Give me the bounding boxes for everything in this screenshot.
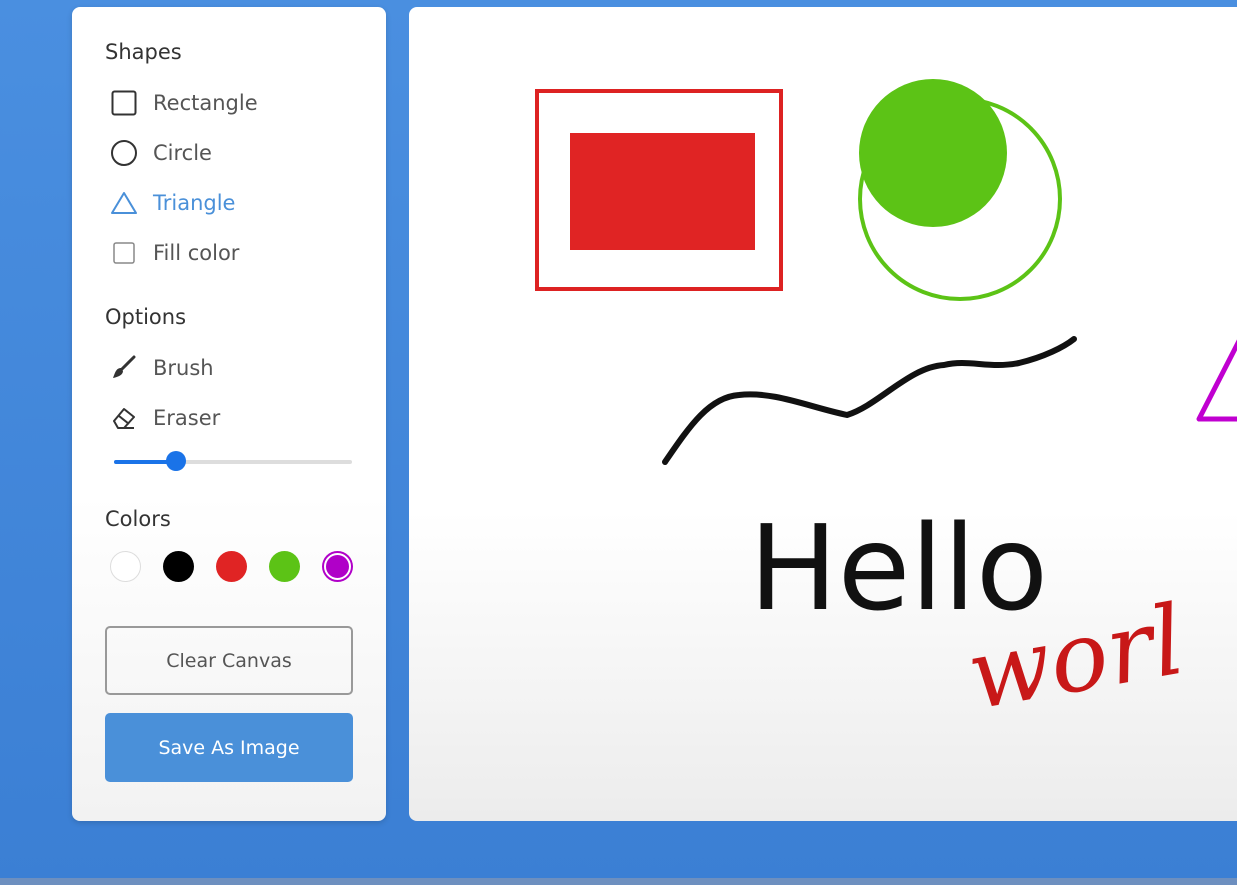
options-title: Options: [105, 305, 187, 329]
fill-color-checkbox[interactable]: [110, 239, 138, 267]
brush-size-slider[interactable]: [114, 451, 352, 471]
triangle-label: Triangle: [153, 191, 236, 215]
eraser-icon: [110, 404, 138, 432]
tools-panel: Shapes Rectangle Circle Triangle Fill co…: [72, 7, 386, 821]
brush-label: Brush: [153, 356, 214, 380]
square-icon: [110, 89, 138, 117]
filled-rectangle: [570, 133, 755, 250]
circle-option[interactable]: Circle: [110, 139, 212, 167]
taskbar: [0, 878, 1237, 885]
eraser-label: Eraser: [153, 406, 221, 430]
rectangle-option[interactable]: Rectangle: [110, 89, 258, 117]
brush-stroke: [662, 336, 1077, 465]
brush-icon: [110, 354, 138, 382]
circle-label: Circle: [153, 141, 212, 165]
fill-color-option[interactable]: Fill color: [110, 239, 239, 267]
brush-option[interactable]: Brush: [110, 354, 214, 382]
colors-title: Colors: [105, 507, 171, 531]
drawing-canvas[interactable]: Hello worl: [409, 7, 1237, 821]
rectangle-label: Rectangle: [153, 91, 258, 115]
magenta-triangle: [1196, 339, 1237, 422]
color-swatch-purple[interactable]: [322, 551, 353, 582]
circle-icon: [110, 139, 138, 167]
eraser-option[interactable]: Eraser: [110, 404, 220, 432]
color-swatches: [110, 551, 353, 582]
triangle-icon: [110, 189, 138, 217]
color-swatch-green[interactable]: [269, 551, 300, 582]
canvas-drawing: Hello worl: [535, 79, 1237, 732]
shapes-title: Shapes: [105, 40, 182, 64]
color-swatch-red[interactable]: [216, 551, 247, 582]
fill-color-label: Fill color: [153, 241, 240, 265]
filled-circle: [859, 79, 1007, 227]
save-as-image-button[interactable]: Save As Image: [105, 713, 353, 782]
clear-canvas-button[interactable]: Clear Canvas: [105, 626, 353, 695]
color-swatch-white[interactable]: [110, 551, 141, 582]
triangle-option[interactable]: Triangle: [110, 189, 235, 217]
color-swatch-black[interactable]: [163, 551, 194, 582]
slider-thumb[interactable]: [165, 451, 186, 471]
